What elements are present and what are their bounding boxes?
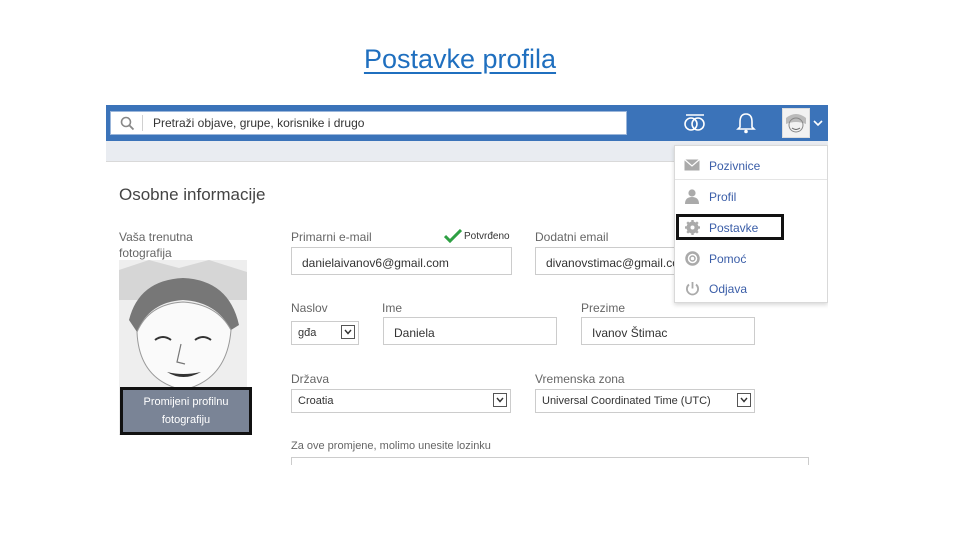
- timezone-label: Vremenska zona: [535, 372, 625, 386]
- menu-item-label: Profil: [709, 190, 737, 204]
- country-label: Država: [291, 372, 330, 386]
- avatar[interactable]: [782, 108, 810, 138]
- user-icon: [684, 188, 700, 204]
- menu-item-label: Pomoć: [709, 252, 747, 266]
- checkmark-icon: [443, 228, 463, 248]
- primary-email-label: Primarni e-mail: [291, 230, 372, 244]
- timezone-select-value: Universal Coordinated Time (UTC): [542, 395, 711, 407]
- menu-divider: [675, 179, 827, 180]
- slide-title: Postavke profila: [363, 44, 557, 74]
- power-icon: [684, 280, 700, 296]
- highlight-box: [676, 214, 784, 240]
- primary-email-field[interactable]: danielaivanov6@gmail.com: [291, 247, 512, 275]
- section-heading: Osobne informacije: [119, 185, 266, 204]
- photo-label: Vaša trenutna fotografija: [119, 230, 193, 260]
- last-name-field[interactable]: Ivanov Štimac: [581, 317, 755, 345]
- country-select-value: Croatia: [298, 395, 334, 407]
- hands-icon[interactable]: [682, 111, 708, 135]
- envelope-icon: [684, 157, 700, 173]
- search-bar[interactable]: Pretraži objave, grupe, korisnike i drug…: [110, 111, 627, 135]
- menu-item-label: Pozivnice: [709, 159, 761, 173]
- chevron-down-icon[interactable]: [737, 393, 751, 407]
- profile-settings-screenshot: Pretraži objave, grupe, korisnike i drug…: [106, 105, 828, 465]
- menu-item-pomoc[interactable]: Pomoć: [675, 244, 827, 272]
- secondary-email-label: Dodatni email: [535, 230, 609, 244]
- chevron-down-icon[interactable]: [493, 393, 507, 407]
- account-dropdown-menu: Pozivnice Profil Postavke Pomoć Odjava: [674, 145, 828, 303]
- top-bar: Pretraži objave, grupe, korisnike i drug…: [106, 105, 828, 141]
- search-divider: [142, 115, 143, 131]
- last-name-label: Prezime: [581, 301, 626, 315]
- bell-icon[interactable]: [734, 111, 758, 135]
- timezone-select[interactable]: Universal Coordinated Time (UTC): [535, 389, 755, 413]
- first-name-field[interactable]: Daniela: [383, 317, 557, 345]
- title-select-value: gđa: [298, 327, 317, 339]
- title-label: Naslov: [291, 301, 328, 315]
- menu-item-odjava[interactable]: Odjava: [675, 274, 827, 302]
- password-note: Za ove promjene, molimo unesite lozinku: [291, 440, 491, 452]
- menu-item-label: Odjava: [709, 282, 748, 296]
- menu-item-pozivnice[interactable]: Pozivnice: [675, 151, 827, 179]
- chevron-down-icon[interactable]: [812, 111, 824, 135]
- first-name-label: Ime: [382, 301, 403, 315]
- title-select[interactable]: gđa: [291, 321, 359, 345]
- change-photo-button[interactable]: Promijeni profilnu fotografiju: [120, 387, 252, 435]
- country-select[interactable]: Croatia: [291, 389, 511, 413]
- password-field[interactable]: [291, 457, 809, 465]
- search-input[interactable]: Pretraži objave, grupe, korisnike i drug…: [153, 116, 364, 130]
- chevron-down-icon[interactable]: [341, 325, 355, 339]
- menu-item-profil[interactable]: Profil: [675, 182, 827, 210]
- secondary-email-field[interactable]: divanovstimac@gmail.co: [535, 247, 683, 275]
- lifebuoy-icon: [684, 250, 700, 266]
- search-icon[interactable]: [120, 116, 135, 136]
- verified-label: Potvrđeno: [464, 231, 510, 242]
